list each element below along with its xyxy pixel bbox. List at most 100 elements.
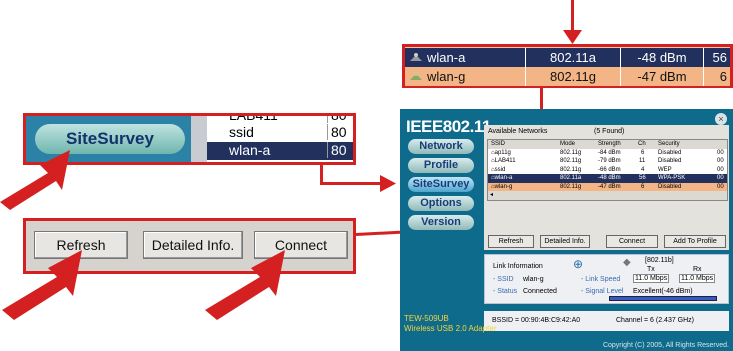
- zoom-strength: -47 dBm: [620, 67, 703, 86]
- detailed-info-button[interactable]: Detailed Info.: [540, 235, 590, 248]
- bssid-text: BSSID = 00:90:4B:C9:42:A0: [492, 317, 581, 324]
- channel-text: Channel = 6 (2.437 GHz): [616, 317, 695, 324]
- list-item-name: ssid: [229, 124, 254, 140]
- model-label: TEW-509UB Wireless USB 2.0 Adapter: [404, 314, 496, 334]
- row-strength: -47 dBm: [598, 183, 621, 190]
- model-name: TEW-509UB: [404, 314, 449, 323]
- row-mode: 802.11g: [560, 158, 582, 164]
- zoom-mode: 802.11a: [525, 48, 620, 67]
- list-item-selected[interactable]: wlan-a 80: [207, 142, 353, 160]
- col-security[interactable]: Security: [658, 140, 680, 149]
- ssid-label: - SSID: [493, 276, 514, 283]
- signal-level-label: - Signal Level: [581, 288, 624, 295]
- signal-bar: [609, 296, 717, 301]
- nav-network[interactable]: Network: [408, 139, 474, 154]
- row-strength: -84 dBm: [598, 149, 621, 156]
- zoom-row-wlan-g[interactable]: wlan-g 802.11g -47 dBm 6: [405, 67, 730, 86]
- panel-title: Available Networks: [488, 128, 548, 135]
- row-ch: 56: [639, 175, 646, 181]
- list-item-value: 80: [327, 116, 353, 123]
- row-mode: 802.11a: [560, 175, 582, 181]
- zoom-channel: 6: [703, 67, 730, 86]
- row-ssid: ssid: [494, 166, 506, 173]
- list-item-name: wlan-a: [229, 142, 271, 158]
- list-item-value: 80: [327, 142, 353, 158]
- list-item-value: 80: [327, 124, 353, 140]
- table-header: SSID Mode Strength Ch Security: [488, 140, 727, 149]
- col-strength[interactable]: Strength: [598, 140, 621, 149]
- zoom-ssid: wlan-a: [427, 50, 466, 65]
- row-security: Disabled: [658, 149, 682, 156]
- nav-options[interactable]: Options: [408, 196, 474, 211]
- zoom-list: LAB411 80 ssid 80 wlan-a 80: [207, 116, 353, 162]
- row-extra: 00: [717, 158, 724, 164]
- arrow-nav-line-h: [320, 182, 382, 185]
- available-networks-panel: Available Networks (5 Found) SSID Mode S…: [484, 125, 729, 250]
- row-ch: 4: [641, 166, 645, 173]
- ssid-value: wlan-g: [523, 276, 544, 283]
- close-icon[interactable]: ×: [715, 113, 727, 125]
- tx-speed: 11.0 Mbps: [633, 274, 670, 283]
- col-mode[interactable]: Mode: [560, 140, 575, 149]
- row-extra: 00: [717, 166, 724, 173]
- horizontal-scrollbar[interactable]: ◂: [488, 191, 727, 200]
- zoom-mode: 802.11g: [525, 67, 620, 86]
- zoom-strength: -48 dBm: [620, 48, 703, 67]
- scroll-left-icon[interactable]: ◂: [490, 191, 493, 200]
- signal-level-value: Excellent(-46 dBm): [633, 288, 693, 295]
- row-security: WPA-PSK: [658, 175, 686, 181]
- row-ssid: wlan-g: [494, 183, 513, 190]
- table-row[interactable]: ⌂LAB411 802.11g -79 dBm 11 Disabled 00: [488, 157, 727, 166]
- arrow-top-line: [571, 0, 574, 34]
- row-ch: 11: [639, 158, 646, 164]
- col-ch[interactable]: Ch: [638, 140, 646, 149]
- link-info-title: Link Information: [493, 263, 543, 270]
- table-row-connected[interactable]: ⌂wlan-g 802.11g -47 dBm 6 Disabled 00: [488, 182, 727, 191]
- zoomed-sitesurvey-nav: SiteSurvey LAB411 80 ssid 80 wlan-a 80: [23, 113, 356, 165]
- link-speed-label: - Link Speed: [581, 276, 621, 283]
- row-ch: 6: [641, 183, 645, 190]
- brand-title: IEEE802.11: [406, 117, 491, 136]
- refresh-button[interactable]: Refresh: [488, 235, 534, 248]
- zoom-channel: 56: [703, 48, 730, 67]
- nav-sitesurvey[interactable]: SiteSurvey: [408, 177, 474, 192]
- networks-table: SSID Mode Strength Ch Security ⌂ap11g 80…: [487, 139, 728, 201]
- add-to-profile-button[interactable]: Add To Profile: [664, 235, 726, 248]
- copyright-text: Copyright (C) 2005, All Rights Reserved.: [602, 342, 729, 349]
- big-arrow-connect: [205, 250, 285, 320]
- row-ssid: ap11g: [494, 149, 511, 156]
- row-ch: 6: [641, 149, 645, 156]
- big-arrow-sitesurvey: [0, 150, 70, 210]
- row-strength: -79 dBm: [598, 158, 621, 164]
- model-description: Wireless USB 2.0 Adapter: [404, 324, 497, 333]
- nav-profile[interactable]: Profile: [408, 158, 474, 173]
- nav-version[interactable]: Version: [408, 215, 474, 230]
- table-row[interactable]: ⌂ssid 802.11g -66 dBm 4 WEP 00: [488, 166, 727, 175]
- tx-label: Tx: [647, 266, 655, 273]
- list-item[interactable]: LAB411 80: [207, 113, 353, 123]
- rx-label: Rx: [693, 266, 702, 273]
- row-security: Disabled: [658, 183, 682, 190]
- table-row-selected[interactable]: ⌂wlan-a 802.11a -48 dBm 56 WPA-PSK 00: [488, 174, 727, 183]
- status-value: Connected: [523, 288, 557, 295]
- col-ssid[interactable]: SSID: [491, 140, 505, 149]
- row-extra: 00: [717, 175, 724, 181]
- list-item-name: LAB411: [229, 113, 278, 123]
- row-mode: 802.11g: [560, 166, 582, 173]
- row-ssid: LAB411: [494, 158, 516, 164]
- row-mode: 802.11g: [560, 149, 582, 156]
- connect-button[interactable]: Connect: [606, 235, 658, 248]
- network-icon: ⊕: [573, 257, 584, 271]
- zoom-row-wlan-a[interactable]: wlan-a 802.11a -48 dBm 56: [405, 48, 730, 67]
- rx-speed: 11.0 Mbps: [679, 274, 716, 283]
- table-row[interactable]: ⌂ap11g 802.11g -84 dBm 6 Disabled 00: [488, 149, 727, 158]
- row-security: WEP: [658, 166, 672, 173]
- link-standard: [802.11b]: [645, 257, 674, 264]
- arrow-top-head: [563, 30, 582, 44]
- zoom-ssid: wlan-g: [427, 69, 466, 84]
- found-count: (5 Found): [594, 128, 625, 135]
- link-information-panel: Link Information ⊕ ◆ [802.11b] Tx Rx - S…: [484, 254, 729, 304]
- list-item[interactable]: ssid 80: [207, 124, 353, 140]
- bssid-panel: BSSID = 00:90:4B:C9:42:A0 Channel = 6 (2…: [484, 311, 729, 331]
- big-arrow-refresh: [2, 250, 82, 320]
